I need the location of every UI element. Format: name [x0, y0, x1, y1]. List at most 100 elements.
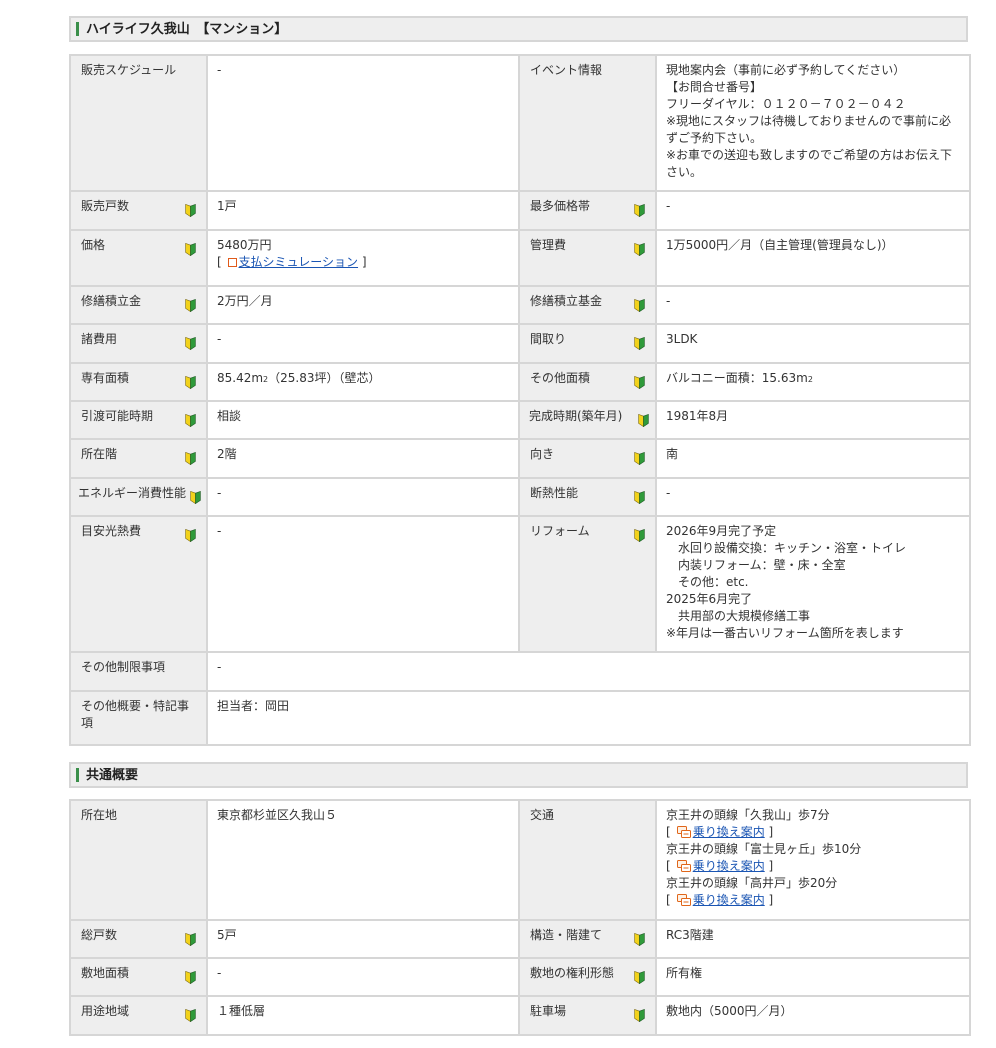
beginner-mark-icon[interactable] [185, 933, 196, 946]
section-accent-bar [76, 768, 79, 782]
table-row: エネルギー消費性能 - 断熱性能 - [69, 477, 971, 517]
beginner-mark-icon[interactable] [185, 204, 196, 217]
beginner-mark-icon[interactable] [634, 1009, 645, 1022]
beginner-mark-icon[interactable] [185, 376, 196, 389]
transport-label: 交通 [530, 808, 555, 822]
area-label: 専有面積 [81, 371, 130, 385]
transfer-link-row: [乗り換え案内 ] [666, 824, 961, 841]
common-title: 共通概要 [86, 768, 139, 783]
payment-simulation-link[interactable]: 支払シミュレーション [239, 255, 359, 269]
beginner-mark-icon[interactable] [634, 933, 645, 946]
zoning-label: 用途地域 [81, 1004, 130, 1018]
area-value: 85.42m2（25.83坪）（壁芯） [206, 362, 520, 402]
reform-line: ※年月は一番古いリフォーム箇所を表します [666, 626, 904, 640]
bracket-open: [ [217, 255, 222, 269]
beginner-mark-icon[interactable] [190, 491, 201, 504]
reform-line: 2025年6月完了 [666, 592, 753, 606]
beginner-mark-icon[interactable] [634, 337, 645, 350]
table-row: 販売戸数 1戸 最多価格帯 - [69, 190, 971, 231]
beginner-mark-icon[interactable] [634, 529, 645, 542]
table-row: 敷地面積 - 敷地の権利形態 所有権 [69, 957, 971, 997]
property-section-header: ハイライフ久我山 【マンション】 [69, 16, 968, 42]
square-icon [227, 258, 237, 267]
transfer-guide-link[interactable]: 乗り換え案内 [693, 825, 765, 839]
units-label-cell: 販売戸数 [69, 190, 208, 231]
repair-label: 修繕積立金 [81, 294, 142, 308]
location-label-cell: 所在地 [69, 799, 208, 921]
mgmt-value: 1万5000円／月（自主管理(管理員なし)） [655, 229, 971, 287]
beginner-mark-icon[interactable] [634, 452, 645, 465]
repair-value: 2万円／月 [206, 285, 520, 325]
bracket-open: [ [666, 859, 671, 873]
beginner-mark-icon[interactable] [185, 337, 196, 350]
table-row: 目安光熱費 - リフォーム 2026年9月完了予定 水回り設備交換：キッチン・浴… [69, 515, 971, 653]
beginner-mark-icon[interactable] [185, 971, 196, 984]
beginner-mark-icon[interactable] [638, 414, 649, 427]
units-value: 1戸 [206, 190, 520, 231]
beginner-mark-icon[interactable] [634, 299, 645, 312]
location-label: 所在地 [81, 808, 118, 822]
reform-line: 水回り設備交換：キッチン・浴室・トイレ [678, 541, 907, 555]
table-row: 総戸数 5戸 構造・階建て RC3階建 [69, 919, 971, 959]
utility-label: 目安光熱費 [81, 524, 142, 538]
area-number: 85.42m [217, 371, 264, 385]
restrict-label: その他制限事項 [81, 660, 166, 674]
parking-label: 駐車場 [530, 1004, 567, 1018]
direction-label-cell: 向き [518, 438, 657, 479]
reform-line: 共用部の大規模修繕工事 [678, 609, 811, 623]
beginner-mark-icon[interactable] [634, 204, 645, 217]
repair-fund-label-cell: 修繕積立基金 [518, 285, 657, 325]
other-area-value: バルコニー面積：15.63m2 [655, 362, 971, 402]
common-section-header: 共通概要 [69, 762, 968, 788]
notes-label: その他概要・特記事項 [81, 699, 190, 730]
price-label: 価格 [81, 238, 106, 252]
transfer-guide-link[interactable]: 乗り換え案内 [693, 859, 765, 873]
beginner-mark-icon[interactable] [634, 971, 645, 984]
price-value: 5480万円 [217, 238, 272, 252]
price-band-label: 最多価格帯 [530, 199, 591, 213]
reform-value: 2026年9月完了予定 水回り設備交換：キッチン・浴室・トイレ 内装リフォーム：… [655, 515, 971, 653]
beginner-mark-icon[interactable] [185, 529, 196, 542]
structure-label: 構造・階建て [530, 928, 603, 942]
beginner-mark-icon[interactable] [185, 243, 196, 256]
beginner-mark-icon[interactable] [634, 491, 645, 504]
parking-value: 敷地内（5000円／月） [655, 995, 971, 1036]
direction-label: 向き [530, 447, 555, 461]
transport-label-cell: 交通 [518, 799, 657, 921]
bracket-close: ] [361, 255, 367, 269]
bracket-close: ] [768, 893, 774, 907]
repair-fund-label: 修繕積立基金 [530, 294, 603, 308]
event-line: 現地案内会（事前に必ず予約してください） [666, 63, 906, 77]
table-row: 所在地 東京都杉並区久我山５ 交通 京王井の頭線「久我山」歩7分 [乗り換え案内… [69, 799, 971, 921]
event-line: さい。 [666, 165, 703, 179]
transport-value: 京王井の頭線「久我山」歩7分 [乗り換え案内 ] 京王井の頭線「富士見ヶ丘」歩1… [655, 799, 971, 921]
property-title: ハイライフ久我山 【マンション】 [86, 22, 288, 37]
beginner-mark-icon[interactable] [185, 452, 196, 465]
event-label: イベント情報 [530, 63, 603, 77]
beginner-mark-icon[interactable] [634, 376, 645, 389]
table-row: 販売スケジュール - イベント情報 現地案内会（事前に必ず予約してください） 【… [69, 54, 971, 192]
handover-label-cell: 引渡可能時期 [69, 400, 208, 440]
other-area-label: その他面積 [530, 371, 591, 385]
utility-label-cell: 目安光熱費 [69, 515, 208, 653]
beginner-mark-icon[interactable] [185, 1009, 196, 1022]
handover-value: 相談 [206, 400, 520, 440]
transport-line: 京王井の頭線「久我山」歩7分 [666, 808, 830, 822]
zoning-label-cell: 用途地域 [69, 995, 208, 1036]
event-value: 現地案内会（事前に必ず予約してください） 【お問合せ番号】 フリーダイヤル：０１… [655, 54, 971, 192]
beginner-mark-icon[interactable] [634, 243, 645, 256]
table-row: 用途地域 １種低層 駐車場 敷地内（5000円／月） [69, 995, 971, 1036]
transfer-guide-link[interactable]: 乗り換え案内 [693, 893, 765, 907]
beginner-mark-icon[interactable] [185, 414, 196, 427]
land-rights-label-cell: 敷地の権利形態 [518, 957, 657, 997]
land-rights-label: 敷地の権利形態 [530, 966, 615, 980]
parking-label-cell: 駐車場 [518, 995, 657, 1036]
train-transfer-icon [676, 860, 691, 872]
price-band-value: - [655, 190, 971, 231]
event-line: ずご予約下さい。 [666, 131, 763, 145]
area-detail: （25.83坪）（壁芯） [268, 371, 381, 385]
beginner-mark-icon[interactable] [185, 299, 196, 312]
location-value: 東京都杉並区久我山５ [206, 799, 520, 921]
other-area-unit: 2 [807, 375, 813, 384]
layout-label: 間取り [530, 332, 567, 346]
